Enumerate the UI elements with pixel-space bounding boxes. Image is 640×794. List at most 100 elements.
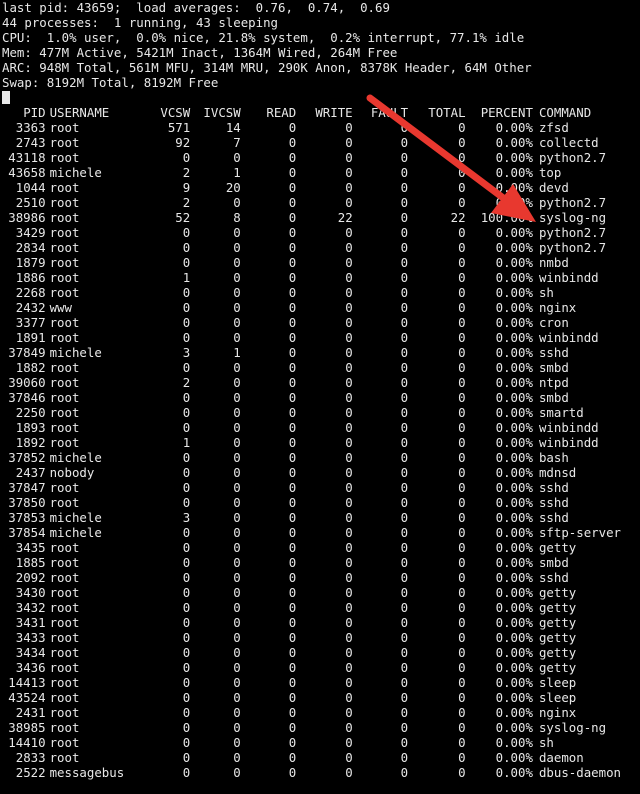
cell-total: 0 [458,150,466,165]
cell-vcsw: 92 [175,135,191,150]
cell-username: root [49,435,80,450]
cell-fault: 0 [400,570,409,585]
cell-fault: 0 [400,315,409,330]
process-row: 38986 root 52 8 0 22 0 22 100.00% syslog-ng [2,210,638,225]
cell-read: 0 [288,330,297,345]
cell-total: 0 [458,420,466,435]
cell-fault: 0 [400,600,409,615]
cell-vcsw: 0 [182,630,191,645]
cell-read: 0 [288,660,297,675]
cell-vcsw: 0 [182,300,191,315]
cell-fault: 0 [400,210,409,225]
cell-write: 0 [345,450,353,465]
cell-pid: 1879 [15,255,46,270]
cell-percent: 0.00% [495,420,533,435]
cell-write: 0 [345,240,353,255]
cell-percent: 0.00% [495,690,533,705]
cell-percent: 0.00% [495,600,533,615]
cell-vcsw: 0 [182,705,191,720]
cell-pid: 37850 [8,495,46,510]
header-cpu-line: CPU: 1.0% user, 0.0% nice, 21.8% system,… [2,30,525,45]
cell-fault: 0 [400,225,409,240]
cell-percent: 0.00% [495,375,533,390]
cell-pid: 3377 [15,315,46,330]
cell-command: getty [538,585,577,600]
cell-pid: 2834 [15,240,46,255]
cell-username: root [49,405,80,420]
process-row: 2437 nobody 0 0 0 0 0 0 0.00% mdnsd [2,465,638,480]
cell-percent: 0.00% [495,180,533,195]
cell-ivcsw: 0 [233,750,241,765]
cell-percent: 0.00% [495,750,533,765]
cell-ivcsw: 0 [233,675,241,690]
cell-vcsw: 0 [182,405,191,420]
cell-vcsw: 0 [182,750,191,765]
cell-username: root [49,360,80,375]
cell-command: sshd [538,480,569,495]
cell-percent: 0.00% [495,270,533,285]
cell-total: 0 [458,195,466,210]
cell-total: 0 [458,240,466,255]
cell-fault: 0 [400,405,409,420]
cell-total: 0 [458,285,466,300]
cell-ivcsw: 0 [233,570,241,585]
cell-command: getty [538,660,577,675]
cell-ivcsw: 0 [233,330,241,345]
cell-total: 0 [458,645,466,660]
cell-write: 0 [345,390,353,405]
cell-total: 0 [458,585,466,600]
cell-pid: 1892 [15,435,46,450]
cell-vcsw: 0 [182,720,191,735]
cell-ivcsw: 0 [233,465,241,480]
process-row: 37853 michele 3 0 0 0 0 0 0.00% sshd [2,510,638,525]
cell-total: 0 [458,255,466,270]
cell-ivcsw: 14 [225,120,241,135]
cell-vcsw: 0 [182,495,191,510]
cell-write: 22 [337,210,353,225]
cell-percent: 0.00% [495,135,533,150]
cell-username: michele [49,165,102,180]
cell-vcsw: 3 [182,510,191,525]
cell-read: 0 [288,270,297,285]
cell-percent: 0.00% [495,510,533,525]
cell-percent: 0.00% [495,390,533,405]
cell-command: nginx [538,705,577,720]
cell-username: root [49,240,80,255]
cell-fault: 0 [400,630,409,645]
cell-write: 0 [345,615,353,630]
cell-read: 0 [288,240,297,255]
cell-total: 0 [458,495,466,510]
cell-write: 0 [345,690,353,705]
cell-ivcsw: 0 [233,765,241,780]
cell-percent: 0.00% [495,150,533,165]
cell-vcsw: 1 [182,435,191,450]
cell-percent: 0.00% [495,495,533,510]
cell-pid: 38985 [8,720,46,735]
cell-total: 0 [458,525,466,540]
cell-username: root [49,750,80,765]
cell-total: 0 [458,165,466,180]
cell-username: root [49,135,80,150]
cell-read: 0 [288,135,297,150]
cell-vcsw: 3 [182,345,191,360]
cell-total: 0 [458,660,466,675]
cell-username: root [49,720,80,735]
cell-vcsw: 0 [182,615,191,630]
cell-fault: 0 [400,240,409,255]
cell-total: 0 [458,300,466,315]
process-row: 1882 root 0 0 0 0 0 0 0.00% smbd [2,360,638,375]
cell-write: 0 [345,750,353,765]
cell-percent: 0.00% [495,720,533,735]
cell-vcsw: 0 [182,600,191,615]
cell-username: root [49,120,80,135]
cell-read: 0 [288,390,297,405]
process-row: 43658 michele 2 1 0 0 0 0 0.00% top [2,165,638,180]
cell-total: 0 [458,270,466,285]
cell-command: sshd [538,570,569,585]
cell-vcsw: 2 [182,195,191,210]
cell-ivcsw: 0 [233,285,241,300]
cell-write: 0 [345,765,353,780]
cell-ivcsw: 0 [233,510,241,525]
cell-total: 0 [458,510,466,525]
cell-username: root [49,645,80,660]
